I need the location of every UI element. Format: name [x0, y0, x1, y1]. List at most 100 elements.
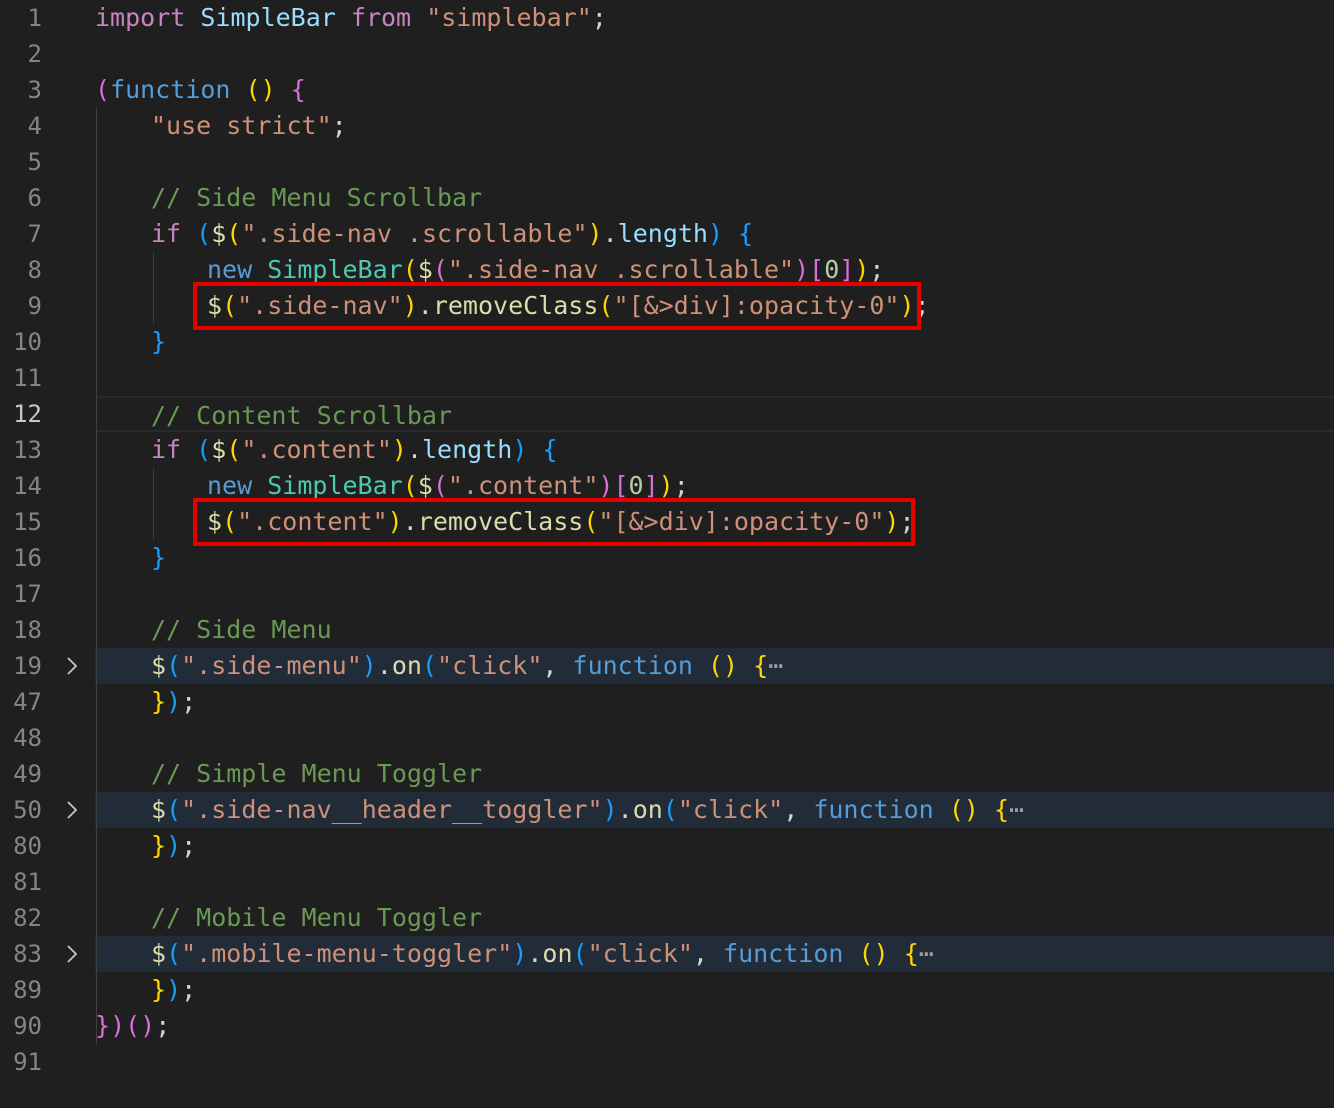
- line-number: 83: [13, 940, 42, 968]
- code-area: });: [95, 972, 1334, 1008]
- code-token: ): [602, 795, 618, 824]
- code-editor[interactable]: 1 import SimpleBar from "simplebar"; 2 3 (fu…: [0, 0, 1334, 1108]
- line-number: 3: [27, 76, 42, 104]
- code-token: ;: [591, 3, 607, 32]
- code-area: "use strict";: [95, 108, 1334, 144]
- code-line[interactable]: 80});: [0, 828, 1334, 864]
- line-number: 4: [27, 112, 42, 140]
- code-text: "use strict";: [151, 108, 347, 144]
- code-token: ".side-nav": [237, 291, 403, 320]
- code-token: .: [406, 435, 422, 464]
- code-text: // Mobile Menu Toggler: [151, 900, 482, 936]
- code-token: (: [166, 795, 182, 824]
- code-token: (: [222, 291, 238, 320]
- code-line[interactable]: 4 "use strict";: [0, 108, 1334, 144]
- line-number: 91: [13, 1048, 42, 1076]
- code-token: ): [884, 507, 900, 536]
- code-line[interactable]: 5: [0, 144, 1334, 180]
- code-line[interactable]: 18 // Side Menu: [0, 612, 1334, 648]
- code-line[interactable]: 3 (function () {: [0, 72, 1334, 108]
- code-text: new SimpleBar($(".content")[0]);: [207, 468, 689, 504]
- chevron-right-icon[interactable]: [62, 648, 82, 684]
- code-token: ): [166, 831, 182, 860]
- code-line[interactable]: 1 import SimpleBar from "simplebar";: [0, 0, 1334, 36]
- code-token: ".content": [241, 435, 392, 464]
- code-line[interactable]: 13 if ($(".content").length) {: [0, 432, 1334, 468]
- code-area: }: [95, 324, 1334, 360]
- code-token: .: [602, 219, 618, 248]
- chevron-right-icon[interactable]: [62, 936, 82, 972]
- code-token: ;: [899, 507, 915, 536]
- code-line[interactable]: 91: [0, 1044, 1334, 1080]
- folded-ellipsis[interactable]: ⋯: [1009, 795, 1024, 824]
- code-token: {: [290, 75, 306, 104]
- code-token: ".side-nav .scrollable": [241, 219, 588, 248]
- code-line[interactable]: 82 // Mobile Menu Toggler: [0, 900, 1334, 936]
- code-line[interactable]: 17: [0, 576, 1334, 612]
- code-line[interactable]: 7 if ($(".side-nav .scrollable").length) …: [0, 216, 1334, 252]
- line-number: 81: [13, 868, 42, 896]
- code-token: $: [207, 507, 223, 536]
- code-token: (: [226, 219, 242, 248]
- code-text: $(".content").removeClass("[&>div]:opaci…: [207, 504, 915, 540]
- code-token: on: [632, 795, 663, 824]
- code-token: "simplebar": [426, 3, 592, 32]
- code-token: ): [402, 291, 418, 320]
- code-area: new SimpleBar($(".content")[0]);: [95, 468, 1334, 504]
- code-line[interactable]: 12 // Content Scrollbar: [0, 396, 1334, 432]
- code-line[interactable]: 48: [0, 720, 1334, 756]
- code-token: (): [708, 651, 739, 680]
- code-line[interactable]: 89});: [0, 972, 1334, 1008]
- code-line[interactable]: 90})();: [0, 1008, 1334, 1044]
- code-token: ".content": [447, 471, 599, 500]
- code-line[interactable]: 83 $(".mobile-menu-toggler").on("click", …: [0, 936, 1334, 972]
- code-area: new SimpleBar($(".side-nav .scrollable")…: [95, 252, 1334, 288]
- code-line[interactable]: 49 // Simple Menu Toggler: [0, 756, 1334, 792]
- code-token: "[&>div]:opacity-0": [598, 507, 885, 536]
- code-line[interactable]: 16}: [0, 540, 1334, 576]
- line-number: 80: [13, 832, 42, 860]
- code-line[interactable]: 81: [0, 864, 1334, 900]
- code-line[interactable]: 6 // Side Menu Scrollbar: [0, 180, 1334, 216]
- code-text: $(".mobile-menu-toggler").on("click", fu…: [151, 936, 934, 972]
- line-number: 2: [27, 40, 42, 68]
- code-token: $: [417, 471, 433, 500]
- code-line[interactable]: 10}: [0, 324, 1334, 360]
- code-area: });: [95, 828, 1334, 864]
- line-number: 19: [13, 652, 42, 680]
- code-line[interactable]: 47});: [0, 684, 1334, 720]
- code-token: [: [613, 471, 629, 500]
- folded-ellipsis[interactable]: ⋯: [768, 651, 783, 680]
- line-number: 10: [13, 328, 42, 356]
- code-line[interactable]: 50 $(".side-nav__header__toggler").on("cl…: [0, 792, 1334, 828]
- code-token: }: [151, 975, 167, 1004]
- code-token: ): [391, 435, 407, 464]
- code-line[interactable]: 19 $(".side-menu").on("click", function (…: [0, 648, 1334, 684]
- code-token: new: [207, 471, 253, 500]
- code-line[interactable]: 8 new SimpleBar($(".side-nav .scrollable"…: [0, 252, 1334, 288]
- line-number: 16: [13, 544, 42, 572]
- line-number: 15: [13, 508, 42, 536]
- code-token: from: [350, 3, 412, 32]
- indent-guide: [153, 468, 154, 540]
- code-line[interactable]: 9 $(".side-nav").removeClass("[&>div]:opa…: [0, 288, 1334, 324]
- code-token: SimpleBar: [200, 3, 336, 32]
- code-area: [95, 576, 1334, 612]
- code-line[interactable]: 15 $(".content").removeClass("[&>div]:opa…: [0, 504, 1334, 540]
- code-line[interactable]: 11: [0, 360, 1334, 396]
- code-line[interactable]: 14 new SimpleBar($(".content")[0]);: [0, 468, 1334, 504]
- code-line[interactable]: 2: [0, 36, 1334, 72]
- line-number: 14: [13, 472, 42, 500]
- code-token: {: [993, 795, 1010, 824]
- chevron-right-icon[interactable]: [62, 792, 82, 828]
- code-token: ): [110, 1011, 126, 1040]
- folded-ellipsis[interactable]: ⋯: [919, 939, 934, 968]
- code-text: });: [151, 972, 196, 1008]
- code-token: .: [402, 507, 418, 536]
